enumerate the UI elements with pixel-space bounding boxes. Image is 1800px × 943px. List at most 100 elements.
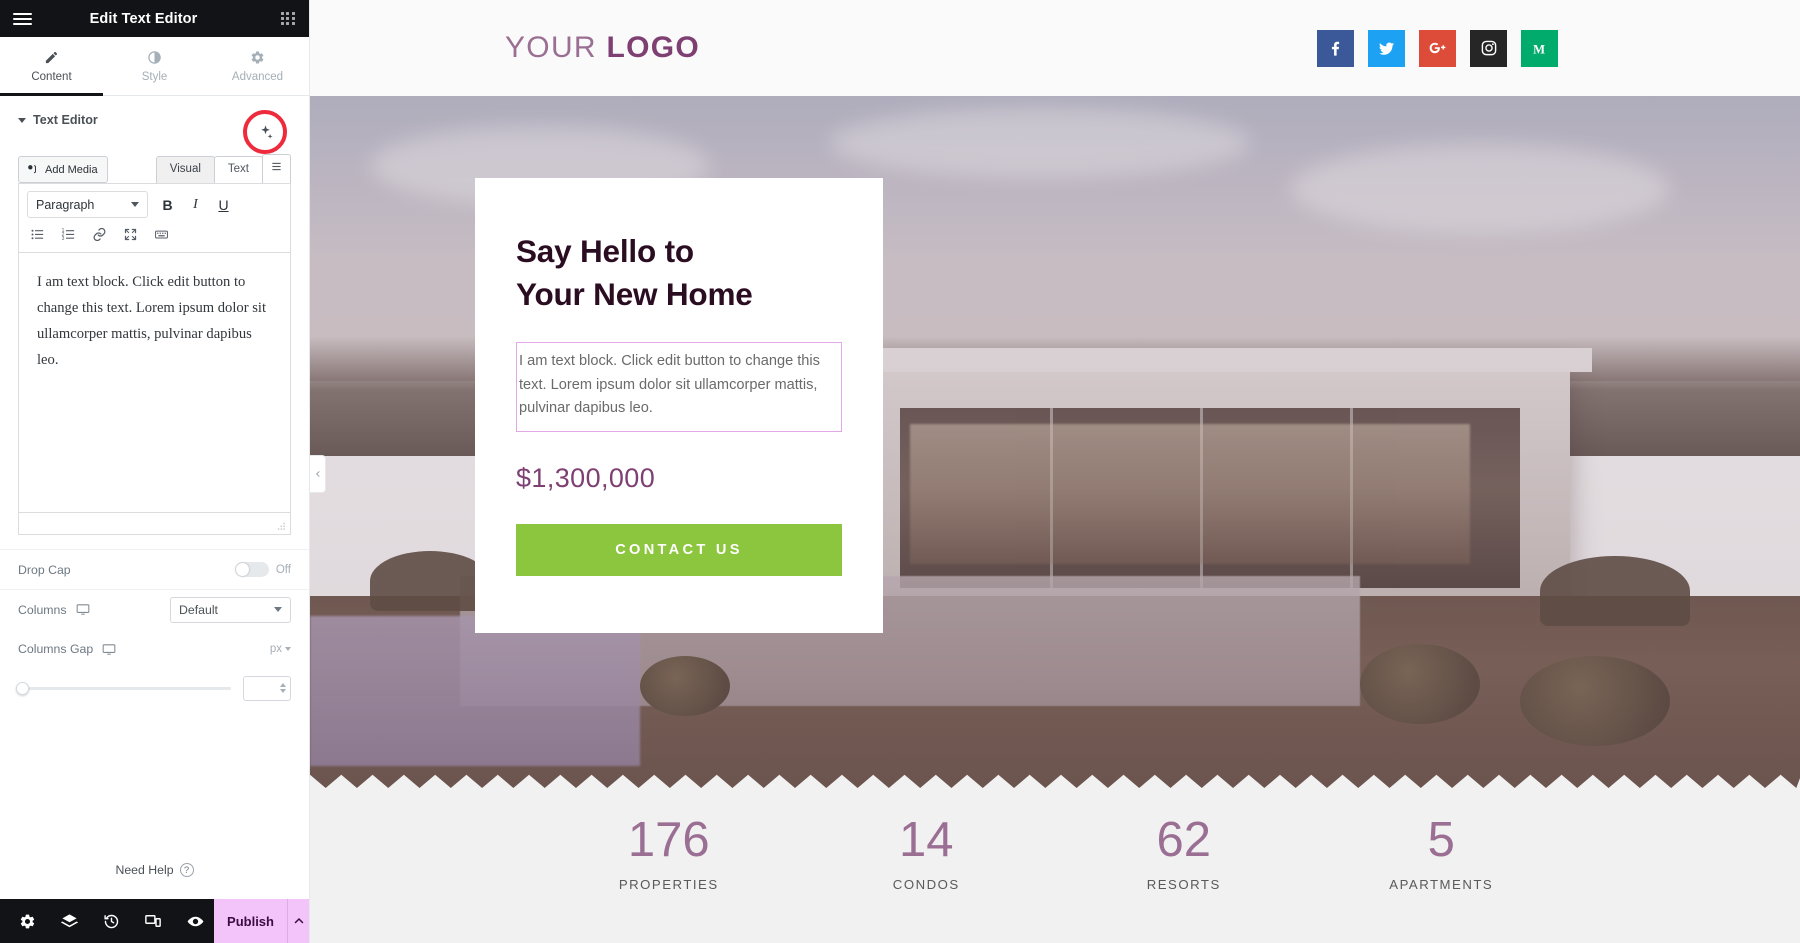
editor-box: Paragraph B I U 123 I am text block. Cli… xyxy=(18,183,291,535)
stat-label: RESORTS xyxy=(1146,877,1221,892)
contact-us-button[interactable]: CONTACT US xyxy=(516,523,842,576)
footer-icon-group xyxy=(0,899,214,943)
bold-button[interactable]: B xyxy=(159,197,176,213)
italic-button[interactable]: I xyxy=(187,197,204,213)
fullscreen-icon[interactable] xyxy=(121,225,139,243)
caret-down-icon xyxy=(18,118,26,123)
pencil-icon xyxy=(44,50,59,65)
paragraph-format-select[interactable]: Paragraph xyxy=(27,191,148,218)
stat-item: 14 CONDOS xyxy=(798,813,1056,893)
svg-text:3: 3 xyxy=(61,236,64,242)
navigator-layers-icon[interactable] xyxy=(50,899,88,943)
tab-text[interactable]: Text xyxy=(213,156,263,183)
slider-handle[interactable] xyxy=(16,681,29,695)
drop-cap-state: Off xyxy=(275,563,291,576)
stats-section: 176 PROPERTIES 14 CONDOS 62 RESORTS 5 AP… xyxy=(310,788,1800,943)
paragraph-format-value: Paragraph xyxy=(36,197,95,212)
selected-text-widget[interactable]: I am text block. Click edit button to ch… xyxy=(516,342,842,432)
panel-title: Edit Text Editor xyxy=(89,10,198,27)
svg-text:M: M xyxy=(1533,42,1545,56)
number-spinner[interactable] xyxy=(280,683,286,693)
add-media-label: Add Media xyxy=(45,163,98,176)
columns-label: Columns xyxy=(18,602,67,617)
stat-number: 176 xyxy=(627,813,710,867)
stat-label: PROPERTIES xyxy=(618,877,719,892)
editor-view-tabs: Visual Text xyxy=(155,154,291,183)
columns-select[interactable]: Default xyxy=(170,596,291,623)
facebook-icon[interactable] xyxy=(1317,29,1354,67)
tab-style-label: Style xyxy=(141,70,168,83)
tab-advanced[interactable]: Advanced xyxy=(206,37,309,95)
wysiwyg-editor: Add Media Visual Text Paragraph B I U 1 … xyxy=(18,110,291,535)
ai-sparkle-button[interactable] xyxy=(253,120,277,144)
history-clock-icon[interactable] xyxy=(92,899,130,943)
editor-content-area[interactable]: I am text block. Click edit button to ch… xyxy=(19,252,290,512)
section-title-label: Text Editor xyxy=(33,113,98,127)
responsive-mode-icon[interactable] xyxy=(134,899,172,943)
numbered-list-icon[interactable]: 123 xyxy=(59,225,77,243)
chevron-down-icon xyxy=(285,647,291,651)
hero-heading-line1: Say Hello to xyxy=(516,233,694,269)
editor-toolbar-row1: Paragraph B I U xyxy=(19,184,290,223)
link-icon[interactable] xyxy=(90,225,108,243)
contrast-circle-icon xyxy=(147,50,162,65)
drop-cap-toggle[interactable]: Off xyxy=(234,562,291,577)
columns-gap-slider[interactable] xyxy=(16,681,231,695)
drop-cap-toggle-knob xyxy=(235,563,249,576)
twitter-icon[interactable] xyxy=(1368,29,1405,67)
chevron-down-icon xyxy=(274,607,282,612)
chevron-up-icon xyxy=(294,917,303,924)
site-header: YOUR LOGO M xyxy=(310,0,1800,96)
columns-gap-label: Columns Gap xyxy=(18,642,94,656)
drop-cap-toggle-track[interactable] xyxy=(234,562,269,577)
hero-price: $1,300,000 xyxy=(516,462,656,493)
google-plus-icon[interactable] xyxy=(1419,29,1456,67)
add-media-button[interactable]: Add Media xyxy=(18,156,108,183)
drop-cap-label: Drop Cap xyxy=(18,562,71,577)
stat-item: 5 APARTMENTS xyxy=(1313,813,1571,893)
tab-content-label: Content xyxy=(31,70,72,83)
publish-button[interactable]: Publish xyxy=(214,899,288,943)
desktop-icon[interactable] xyxy=(76,603,90,616)
site-logo[interactable]: YOUR LOGO xyxy=(505,31,700,65)
apps-grid-icon xyxy=(281,12,295,25)
publish-options-button[interactable] xyxy=(287,899,309,943)
chevron-left-icon xyxy=(315,471,319,477)
columns-gap-input[interactable] xyxy=(243,675,291,701)
logo-light-text: YOUR xyxy=(505,31,607,64)
apps-grid-button[interactable] xyxy=(267,12,309,25)
tab-visual[interactable]: Visual xyxy=(155,156,215,183)
need-help[interactable]: Need Help ? xyxy=(0,863,309,877)
panel-footer: Publish xyxy=(0,899,309,943)
panel-header: Edit Text Editor xyxy=(0,0,309,37)
hero-section: Say Hello to Your New Home I am text blo… xyxy=(310,96,1800,788)
desktop-icon[interactable] xyxy=(102,643,116,656)
keyboard-shortcuts-icon[interactable] xyxy=(152,225,170,243)
chevron-down-icon xyxy=(131,202,139,207)
panel-collapse-button[interactable] xyxy=(310,455,326,493)
hero-card: Say Hello to Your New Home I am text blo… xyxy=(475,178,883,633)
stat-number: 5 xyxy=(1427,813,1455,867)
page-canvas: YOUR LOGO M Say Hello to Your New Home I… xyxy=(310,0,1800,943)
instagram-icon[interactable] xyxy=(1470,29,1507,67)
hero-body-text: I am text block. Click edit button to ch… xyxy=(519,353,820,417)
bulleted-list-icon[interactable] xyxy=(28,225,46,243)
stat-number: 14 xyxy=(898,813,954,867)
preview-eye-icon[interactable] xyxy=(176,899,214,943)
editor-top-toolbar: Add Media Visual Text xyxy=(18,154,291,183)
stat-number: 62 xyxy=(1156,813,1211,867)
hero-heading-line2: Your New Home xyxy=(516,276,753,312)
underline-button[interactable]: U xyxy=(215,197,232,213)
columns-gap-unit-switcher[interactable]: px xyxy=(270,643,291,655)
question-circle-icon: ? xyxy=(179,863,194,877)
list-view-icon xyxy=(272,163,281,171)
list-view-button[interactable] xyxy=(262,154,291,183)
drop-cap-row: Drop Cap Off xyxy=(0,549,309,589)
tab-content[interactable]: Content xyxy=(0,37,103,96)
resize-grip-icon[interactable] xyxy=(276,521,287,532)
medium-icon[interactable]: M xyxy=(1521,29,1558,67)
tab-style[interactable]: Style xyxy=(103,37,206,95)
need-help-label: Need Help xyxy=(115,863,174,877)
settings-gear-icon[interactable] xyxy=(8,899,46,943)
gear-icon xyxy=(250,50,265,65)
